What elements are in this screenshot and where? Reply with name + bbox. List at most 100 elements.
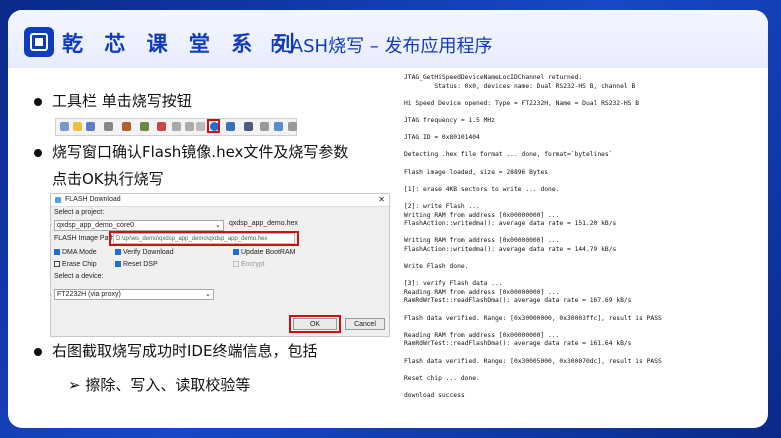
select-project-label: Select a project:	[54, 209, 105, 216]
device-select[interactable]: FT2232H (via proxy)	[54, 289, 214, 300]
cancel-button[interactable]: Cancel	[345, 318, 385, 330]
terminal-output: JTAG_GetHiSpeedDeviceNameLocIDChannel re…	[404, 74, 764, 414]
terminal-line: RamRdWrTest::readFlashDma(): average dat…	[404, 297, 632, 305]
terminal-line: [3]: verify Flash data ...	[404, 280, 503, 288]
terminal-line: JTAG_GetHiSpeedDeviceNameLocIDChannel re…	[404, 74, 583, 81]
terminal-line: Hi Speed Device opened: Type = FT2232H, …	[404, 99, 640, 107]
save-icon[interactable]	[86, 122, 95, 131]
bullet-text: 右图截取烧写成功时IDE终端信息，包括	[52, 342, 318, 360]
brand-title: 乾 芯 课 堂 系 列	[62, 32, 302, 56]
terminal-line: RamRdWrTest::readFlashDma(): average dat…	[404, 340, 632, 348]
ok-button-highlight	[289, 315, 341, 333]
close-icon[interactable]: ✕	[378, 194, 385, 206]
encrypt-checkbox[interactable]: Encrypt	[233, 261, 265, 268]
terminal-line: Flash data verified. Range: [0x30000000,…	[404, 314, 662, 322]
toolbar	[55, 118, 297, 136]
erase-icon[interactable]	[226, 122, 235, 131]
update-bootram-checkbox[interactable]: Update BootRAM	[233, 249, 295, 256]
redo-icon[interactable]	[185, 122, 194, 131]
checkbox-checked-icon	[54, 249, 60, 256]
terminal-line: Reading RAM from address [0x00000000] ..…	[404, 331, 560, 339]
bullet-dot-icon	[34, 97, 42, 106]
bullet-dialog: 烧写窗口确认Flash镜像.hex文件及烧写参数	[34, 141, 348, 162]
bullet-text: 烧写窗口确认Flash镜像.hex文件及烧写参数	[52, 143, 349, 161]
bullet-dot-icon	[34, 347, 42, 356]
bullet-dot-icon	[34, 148, 42, 157]
slide-header: 乾 芯 课 堂 系 列 FLASH烧写 – 发布应用程序	[8, 10, 768, 68]
checkbox-checked-icon	[115, 261, 121, 268]
stop-icon[interactable]	[157, 122, 166, 131]
terminal-line: FlashAction::writedma(): average data ra…	[404, 220, 617, 228]
terminal-line: Writing RAM from address [0x00000000] ..…	[404, 237, 560, 245]
bullet-sub-item: ➢ 擦除、写入、读取校验等	[68, 376, 251, 394]
checkbox-label: Verify Download	[123, 249, 174, 256]
terminal-line: download success	[404, 391, 465, 399]
terminal-line: FlashAction::writedma(): average data ra…	[404, 245, 617, 253]
terminal-line: Reading RAM from address [0x00000000] ..…	[404, 288, 560, 296]
chevron-down-icon[interactable]: ⌄	[205, 290, 211, 298]
project-select[interactable]: qxdsp_app_demo_core0	[54, 220, 224, 231]
checkbox-label: Update BootRAM	[241, 249, 296, 256]
undo-icon[interactable]	[172, 122, 181, 131]
help-icon[interactable]	[288, 122, 297, 131]
settings-icon[interactable]	[260, 122, 269, 131]
build-icon[interactable]	[104, 122, 113, 131]
terminal-line: [1]: erase 4KB sectors to write ... done…	[404, 185, 560, 193]
flash-download-dialog: FLASH Download ✕ Select a project: qxdsp…	[50, 193, 390, 337]
terminal-line: JTAG ID = 0x80101404	[404, 134, 480, 142]
new-icon[interactable]	[60, 122, 69, 131]
image-path-label: FLASH Image Path:	[54, 235, 117, 242]
verify-download-checkbox[interactable]: Verify Download	[115, 249, 174, 256]
image-path-highlight	[109, 231, 299, 246]
terminal-line: [2]: write Flash ...	[404, 202, 480, 210]
debug-icon[interactable]	[140, 122, 149, 131]
terminal-line: Status: 0x0, devices name: Dual RS232-HS…	[404, 82, 636, 90]
terminal-line: Flash data verified. Range: [0x30005000,…	[404, 357, 662, 365]
checkbox-unchecked-icon	[54, 261, 60, 268]
reset-dsp-checkbox[interactable]: Reset DSP	[115, 261, 158, 268]
terminal-line: JTAG frequency = 1.5 MHz	[404, 116, 495, 124]
bullet-ok-text: 点击OK执行烧写	[52, 170, 164, 188]
terminal-line: Reset chip ... done.	[404, 374, 480, 382]
monitor-icon[interactable]	[244, 122, 253, 131]
checkbox-checked-icon	[115, 249, 121, 256]
flash-button-highlight	[207, 119, 220, 133]
pin-icon[interactable]	[274, 122, 283, 131]
checkbox-label: Reset DSP	[123, 261, 158, 268]
checkbox-unchecked-icon	[233, 261, 239, 268]
erase-chip-checkbox[interactable]: Erase Chip	[54, 261, 97, 268]
bullet-terminal: 右图截取烧写成功时IDE终端信息，包括	[34, 340, 317, 361]
hammer-icon[interactable]	[122, 122, 131, 131]
dialog-title-text: FLASH Download	[65, 196, 121, 203]
checkbox-checked-icon	[233, 249, 239, 256]
bullet-text: 工具栏 单击烧写按钮	[52, 92, 192, 110]
dma-mode-checkbox[interactable]: DMA Mode	[54, 249, 97, 256]
select-device-label: Select a device:	[54, 273, 104, 280]
slide: 乾 芯 课 堂 系 列 FLASH烧写 – 发布应用程序 工具栏 单击烧写按钮 …	[8, 10, 768, 428]
page-title: FLASH烧写 – 发布应用程序	[270, 36, 493, 57]
checkbox-label: Erase Chip	[62, 261, 97, 268]
checkbox-label: DMA Mode	[62, 249, 97, 256]
open-icon[interactable]	[73, 122, 82, 131]
terminal-line: Flash image loaded, size = 28896 Bytes	[404, 168, 549, 176]
link-icon[interactable]	[196, 122, 205, 131]
bullet-toolbar: 工具栏 单击烧写按钮	[34, 90, 192, 111]
logo-icon	[24, 27, 54, 57]
terminal-line: Writing RAM from address [0x00000000] ..…	[404, 211, 560, 219]
chevron-down-icon[interactable]: ⌄	[215, 221, 221, 229]
hex-file-name: qxdsp_app_demo.hex	[229, 220, 298, 227]
